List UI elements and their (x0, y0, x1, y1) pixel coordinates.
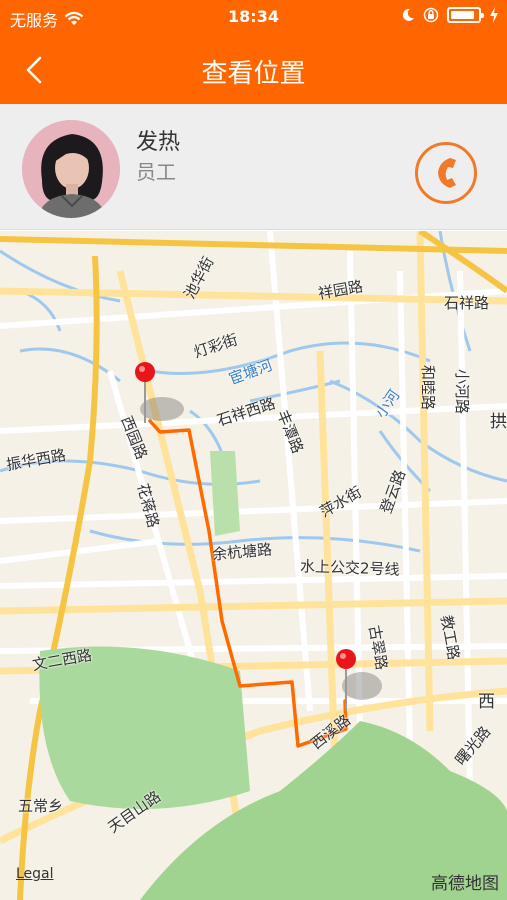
edge-label: 拱 (490, 412, 507, 432)
green-patch (210, 451, 240, 536)
xixi-wetland (39, 646, 250, 809)
phone-icon (438, 158, 456, 188)
map-provider-logo: 高德地图 (431, 874, 499, 894)
navigation-bar: 查看位置 (0, 36, 507, 104)
bus-line-label: 水上公交2号线 (299, 557, 400, 579)
map-canvas (0, 231, 507, 900)
employee-name: 发热 (136, 130, 181, 155)
avatar[interactable] (22, 120, 120, 218)
map-view[interactable]: 池华街 祥园路 石祥路 灯彩街 宦塘河 和睦路 小河路 小河 石祥西路 丰潭路 … (0, 231, 507, 900)
employee-role: 员工 (136, 160, 176, 184)
battery-icon (447, 7, 484, 23)
area-label-wuchang: 五常乡 (18, 797, 64, 815)
status-right (401, 7, 499, 23)
charging-icon (490, 7, 498, 23)
legal-link[interactable]: Legal (16, 866, 54, 882)
moon-icon (402, 8, 414, 21)
employee-card: 发热 员工 (0, 104, 507, 230)
road-label-hezhu: 和睦路 (419, 364, 438, 411)
status-bar: 无服务 18:34 (0, 0, 507, 36)
road-label-shixiang-east: 石祥路 (444, 294, 490, 312)
road-label-xiaohe: 小河路 (453, 368, 472, 415)
page-title: 查看位置 (201, 59, 306, 89)
orientation-lock-icon (423, 7, 439, 23)
call-button[interactable] (415, 142, 477, 204)
avatar-photo (22, 120, 120, 218)
area-label-xi: 西 (478, 692, 495, 712)
